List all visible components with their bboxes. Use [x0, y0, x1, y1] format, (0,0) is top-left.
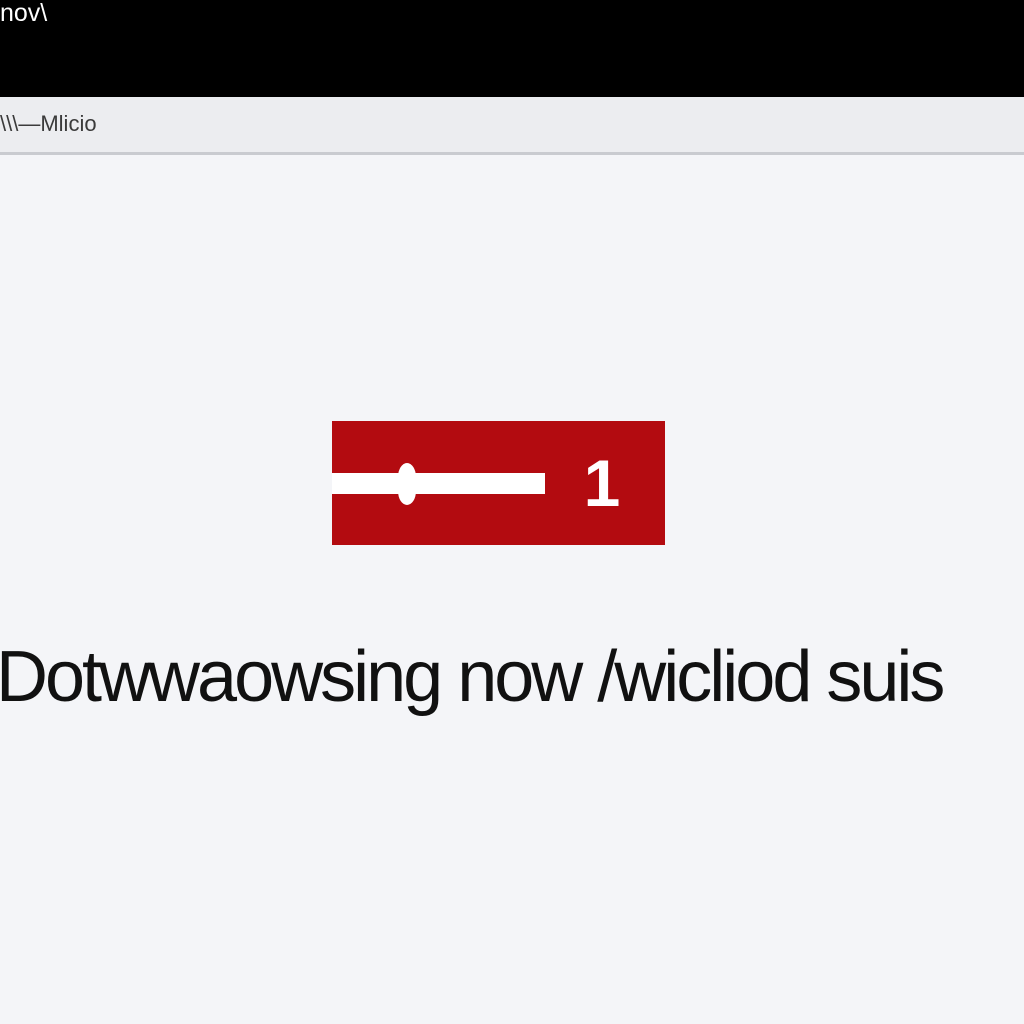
download-status-message: Dotwwaowsing now /wicliod suis — [0, 637, 945, 717]
window-title: nov\ — [0, 0, 48, 27]
download-progress-fill — [332, 473, 545, 494]
download-count: 1 — [583, 446, 621, 520]
downloading-window: nov\ \\\—Mlicio 1 Dotwwaowsing now /wicl… — [0, 0, 1024, 1024]
browser-address-bar[interactable]: \\\—Mlicio — [0, 97, 1024, 155]
address-text[interactable]: \\\—Mlicio — [0, 112, 97, 136]
window-title-bar: nov\ — [0, 0, 1024, 97]
slider-handle-icon[interactable] — [398, 463, 416, 505]
